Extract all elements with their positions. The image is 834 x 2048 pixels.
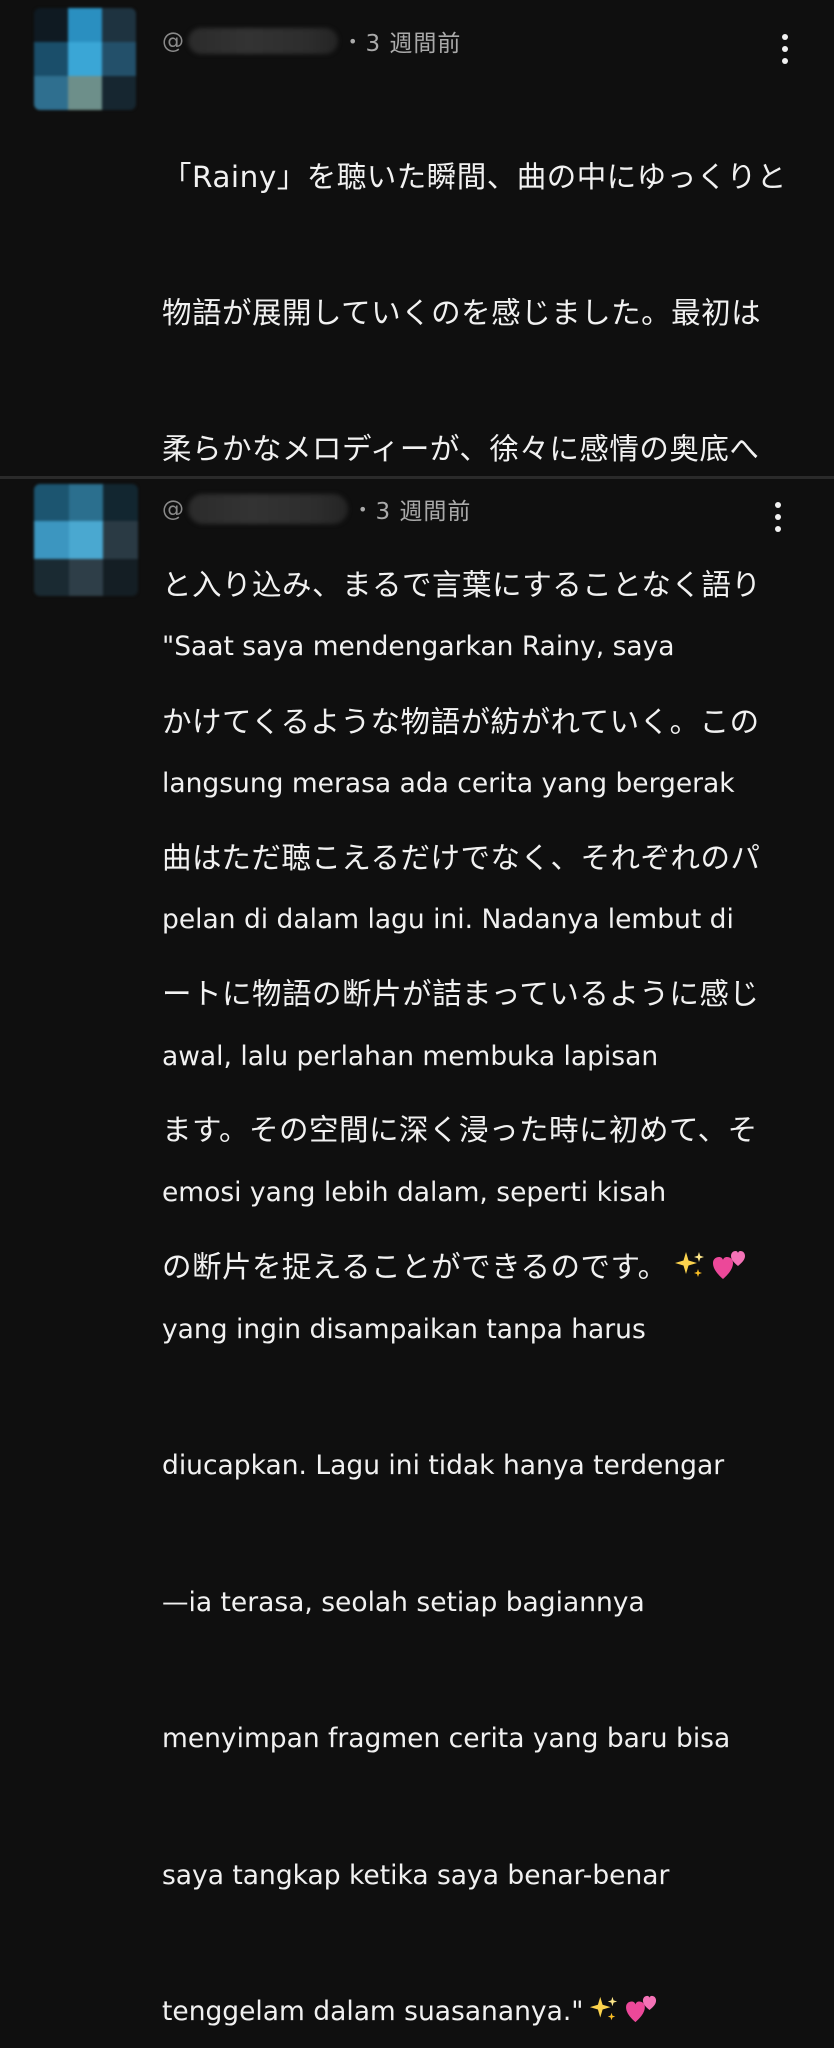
comment-meta: @ • 3 週間前 (162, 492, 471, 526)
sparkles-icon (589, 1993, 619, 2039)
comment-time[interactable]: 3 週間前 (365, 24, 461, 58)
author-handle-redacted[interactable] (188, 28, 338, 54)
handle-prefix: @ (162, 28, 184, 54)
avatar-pixel (34, 76, 68, 110)
comment-text: "Saat saya mendengarkan Rainy, saya lang… (162, 533, 735, 2048)
avatar-pixel (103, 558, 138, 596)
comment-line: 「Rainy」を聴いた瞬間、曲の中にゆっくりと (162, 159, 787, 194)
meta-separator: • (348, 31, 358, 51)
comment-line: yang ingin disampaikan tanpa harus (162, 1313, 646, 1345)
avatar-pixel (34, 42, 68, 76)
comment-meta: @ • 3 週間前 (162, 24, 461, 58)
more-options-icon[interactable] (775, 34, 795, 64)
avatar-pixel (68, 42, 102, 76)
avatar-pixel (34, 558, 69, 596)
comment-line: awal, lalu perlahan membuka lapisan (162, 1040, 659, 1072)
comment-line: tenggelam dalam suasananya." (162, 1996, 584, 2027)
comment-line: langsung merasa ada cerita yang bergerak (162, 767, 735, 799)
comment-line: saya tangkap ketika saya benar-benar (162, 1859, 670, 1891)
comment-line: pelan di dalam lagu ini. Nadanya lembut … (162, 904, 734, 935)
avatar-pixel (34, 484, 69, 522)
avatar-pixel (68, 521, 104, 559)
avatar-pixel (102, 42, 136, 76)
avatar-pixel (34, 8, 68, 42)
comment: @ • 3 週間前 "Saat saya mendengarkan Rainy,… (0, 478, 834, 2027)
comment: @ • 3 週間前 「Rainy」を聴いた瞬間、曲の中にゆっくりと 物語が展開し… (0, 0, 834, 1284)
avatar-pixel (103, 521, 138, 559)
avatar-pixel (103, 484, 138, 522)
two-hearts-icon (625, 1993, 659, 2039)
avatar-pixel (68, 76, 102, 110)
comment-line-last: tenggelam dalam suasananya." (162, 1989, 735, 2039)
avatar-pixel (68, 8, 102, 42)
author-handle-redacted[interactable] (188, 494, 348, 524)
comment-line: menyimpan fragmen cerita yang baru bisa (162, 1723, 731, 1754)
avatar-pixel (34, 521, 69, 559)
meta-separator: • (358, 499, 368, 519)
avatar[interactable] (34, 8, 136, 110)
comment-line: 柔らかなメロディーが、徐々に感情の奥底へ (162, 432, 760, 467)
avatar-pixel (68, 484, 104, 522)
comment-line: diucapkan. Lagu ini tidak hanya terdenga… (162, 1450, 725, 1481)
comment-line: "Saat saya mendengarkan Rainy, saya (162, 631, 675, 662)
avatar[interactable] (34, 484, 138, 596)
comment-line: —ia terasa, seolah setiap bagiannya (162, 1586, 645, 1618)
comment-line: emosi yang lebih dalam, seperti kisah (162, 1177, 667, 1208)
avatar-pixel (102, 76, 136, 110)
handle-prefix: @ (162, 496, 184, 522)
comment-time[interactable]: 3 週間前 (375, 492, 471, 526)
avatar-pixel (68, 558, 104, 596)
avatar-pixel (102, 8, 136, 42)
more-options-icon[interactable] (768, 502, 788, 532)
comment-line: 物語が展開していくのを感じました。最初は (162, 296, 762, 331)
